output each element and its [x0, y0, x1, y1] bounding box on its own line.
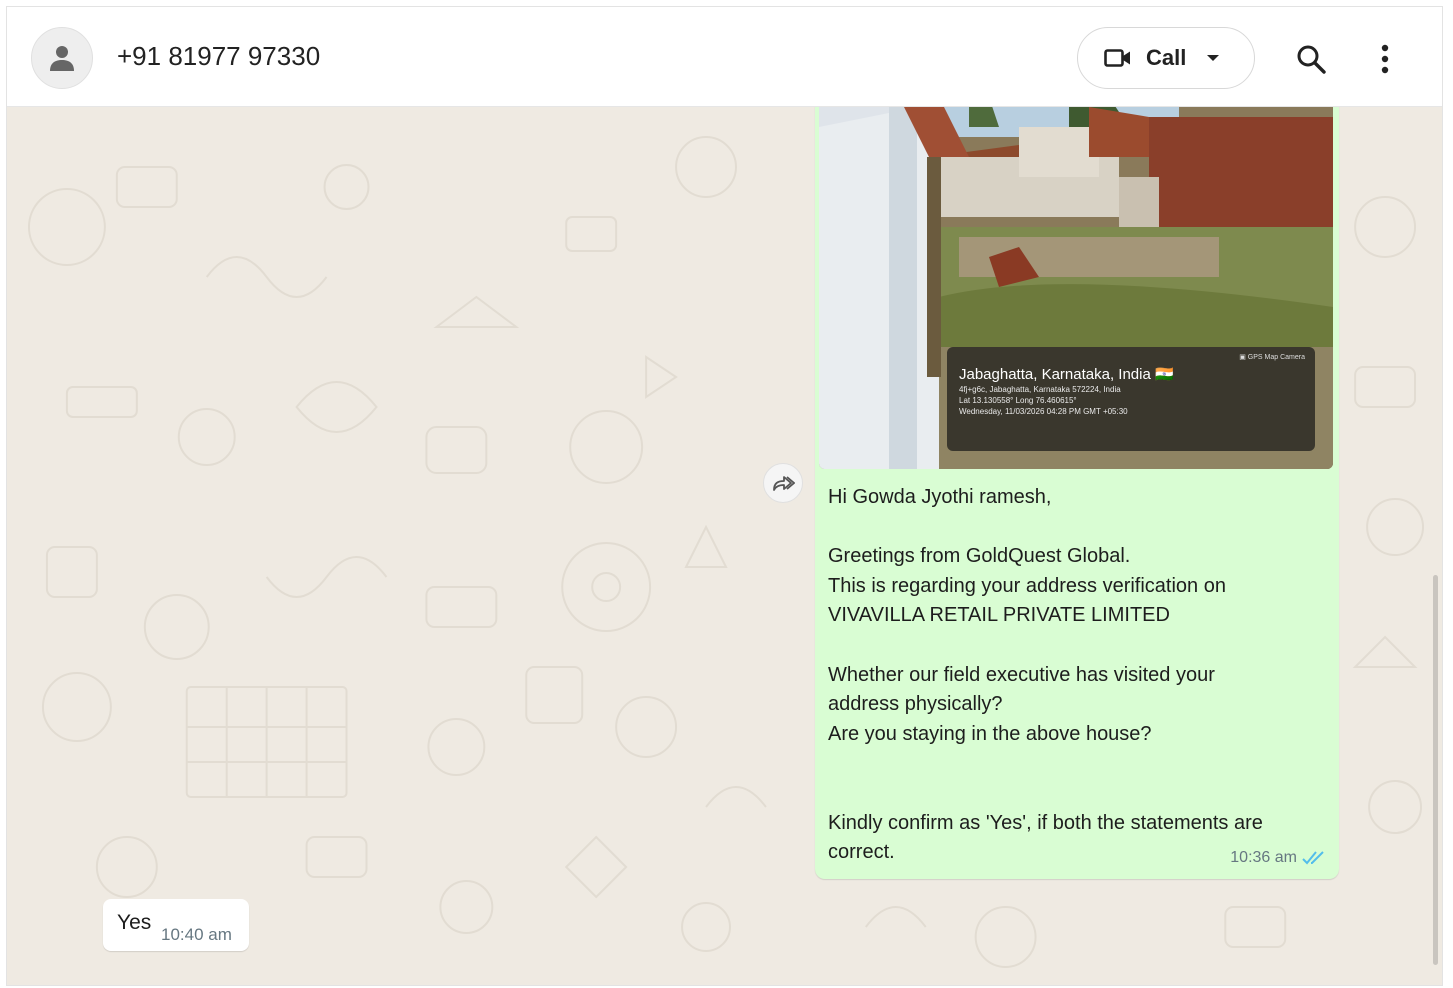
incoming-message-bubble[interactable]: Yes 10:40 am	[103, 899, 249, 951]
geotagged-house-photo[interactable]: ▣ GPS Map Camera Jabaghatta, Karnataka, …	[819, 97, 1333, 469]
forward-button[interactable]	[763, 463, 803, 503]
geotag-coordinates: Lat 13.130558° Long 76.460615°	[959, 396, 1077, 405]
chat-scrollbar[interactable]	[1433, 575, 1438, 965]
forward-icon	[773, 476, 795, 491]
incoming-message-text: Yes	[117, 911, 152, 934]
chat-window: +91 81977 97330 Call ▣ GPS Map Camera Ja…	[6, 6, 1443, 986]
contact-name[interactable]: +91 81977 97330	[117, 41, 320, 72]
gps-camera-watermark: ▣ GPS Map Camera	[1239, 354, 1305, 361]
incoming-message-time: 10:40 am	[161, 925, 232, 944]
geotag-overlay: ▣ GPS Map Camera Jabaghatta, Karnataka, …	[947, 347, 1315, 451]
call-label: Call	[1146, 45, 1187, 70]
outgoing-message-time: 10:36 am	[1230, 849, 1297, 866]
search-icon	[1297, 45, 1326, 74]
more-options-button[interactable]	[1363, 37, 1407, 81]
video-camera-icon	[1104, 49, 1130, 67]
geotag-datetime: Wednesday, 11/03/2026 04:28 PM GMT +05:3…	[959, 407, 1128, 416]
call-button[interactable]: Call	[1077, 27, 1255, 89]
more-vert-icon	[1381, 44, 1389, 74]
search-button[interactable]	[1289, 37, 1333, 81]
double-check-read-icon	[1302, 851, 1324, 865]
outgoing-message-bubble[interactable]: ▣ GPS Map Camera Jabaghatta, Karnataka, …	[815, 97, 1339, 879]
person-icon	[50, 46, 74, 71]
chat-header: +91 81977 97330 Call	[7, 7, 1442, 107]
chat-messages-area[interactable]: ▣ GPS Map Camera Jabaghatta, Karnataka, …	[7, 97, 1442, 985]
outgoing-message-text: Hi Gowda Jyothi ramesh, Greetings from G…	[828, 486, 1263, 864]
contact-avatar[interactable]	[31, 27, 93, 89]
dropdown-caret-icon[interactable]	[1206, 53, 1220, 63]
geotag-location-title: Jabaghatta, Karnataka, India 🇮🇳	[959, 366, 1174, 383]
geotag-address: 4fj+g6c, Jabaghatta, Karnataka 572224, I…	[959, 385, 1121, 394]
outgoing-message-meta: 10:36 am	[1230, 849, 1327, 867]
